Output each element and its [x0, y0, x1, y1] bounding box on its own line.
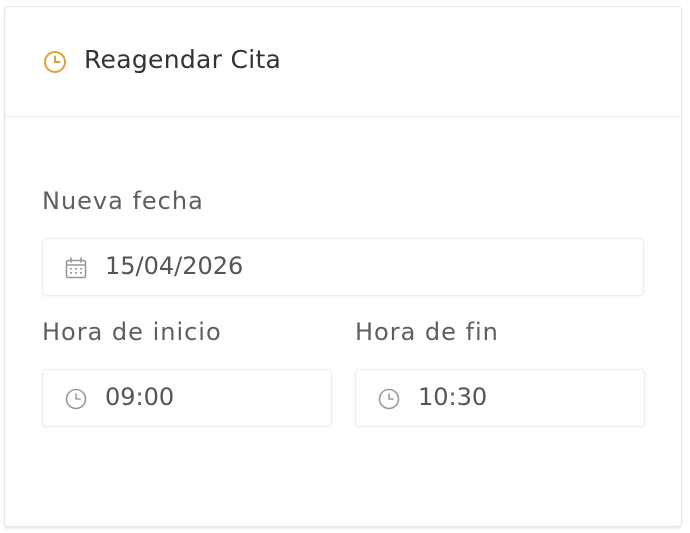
card-title: Reagendar Cita — [84, 45, 282, 74]
start-time-label: Hora de inicio — [42, 318, 222, 346]
card-header: Reagendar Cita — [5, 7, 681, 117]
calendar-icon — [64, 256, 88, 280]
reschedule-card: Reagendar Cita Nueva fecha 15/04/2026 Ho… — [4, 6, 682, 527]
end-time-value: 10:30 — [418, 383, 488, 411]
end-time-label: Hora de fin — [355, 318, 499, 346]
date-label: Nueva fecha — [42, 187, 204, 215]
clock-icon — [377, 387, 401, 411]
start-time-value: 09:00 — [105, 383, 175, 411]
end-time-field[interactable]: 10:30 — [355, 369, 645, 427]
clock-icon — [64, 387, 88, 411]
start-time-field[interactable]: 09:00 — [42, 369, 332, 427]
date-value: 15/04/2026 — [105, 252, 244, 280]
clock-icon — [42, 49, 68, 75]
date-field[interactable]: 15/04/2026 — [42, 238, 644, 296]
